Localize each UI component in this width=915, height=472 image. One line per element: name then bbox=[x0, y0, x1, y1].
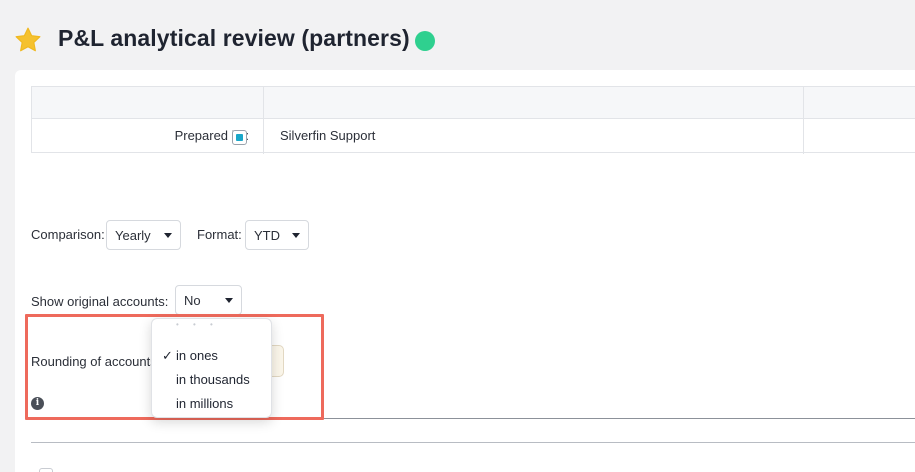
comparison-select-value: Yearly bbox=[115, 228, 151, 243]
prepared-by-value: Silverfin Support bbox=[280, 128, 376, 143]
comparison-select[interactable]: Yearly bbox=[106, 220, 181, 250]
option-label: in millions bbox=[176, 396, 234, 411]
rounding-option-in-millions[interactable]: in millions bbox=[152, 392, 271, 416]
section-divider bbox=[324, 418, 915, 419]
format-select[interactable]: YTD bbox=[245, 220, 309, 250]
column-divider bbox=[803, 87, 804, 154]
format-select-value: YTD bbox=[254, 228, 280, 243]
column-divider bbox=[263, 87, 264, 154]
prepared-by-checkbox[interactable] bbox=[232, 130, 247, 145]
format-label: Format: bbox=[197, 227, 242, 242]
page-title: P&L analytical review (partners) bbox=[58, 25, 410, 51]
section-divider bbox=[31, 442, 915, 443]
rounding-dropdown-menu[interactable]: • • • ✓ in ones in thousands in millions bbox=[151, 318, 272, 418]
show-original-accounts-select[interactable]: No bbox=[175, 285, 242, 315]
caret-down-icon bbox=[164, 233, 172, 238]
checkmark-icon: ✓ bbox=[162, 348, 173, 363]
comparison-label: Comparison: bbox=[31, 227, 105, 242]
page-header: P&L analytical review (partners) bbox=[0, 0, 915, 72]
status-indicator bbox=[415, 31, 435, 51]
show-original-accounts-label: Show original accounts: bbox=[31, 294, 169, 309]
rounding-option-in-ones[interactable]: ✓ in ones bbox=[152, 344, 271, 368]
row-checkbox[interactable] bbox=[39, 468, 53, 472]
option-label: in ones bbox=[176, 348, 218, 363]
option-label: in thousands bbox=[176, 372, 250, 387]
show-original-accounts-value: No bbox=[184, 293, 201, 308]
info-table-header-row bbox=[32, 87, 915, 119]
caret-down-icon bbox=[225, 298, 233, 303]
star-icon[interactable] bbox=[14, 26, 42, 54]
rounding-option-in-thousands[interactable]: in thousands bbox=[152, 368, 271, 392]
menu-scroll-indicator: • • • bbox=[176, 320, 219, 329]
caret-down-icon bbox=[292, 233, 300, 238]
info-table: Prepared by: Silverfin Support bbox=[31, 86, 915, 154]
page: P&L analytical review (partners) Prepare… bbox=[0, 0, 915, 472]
